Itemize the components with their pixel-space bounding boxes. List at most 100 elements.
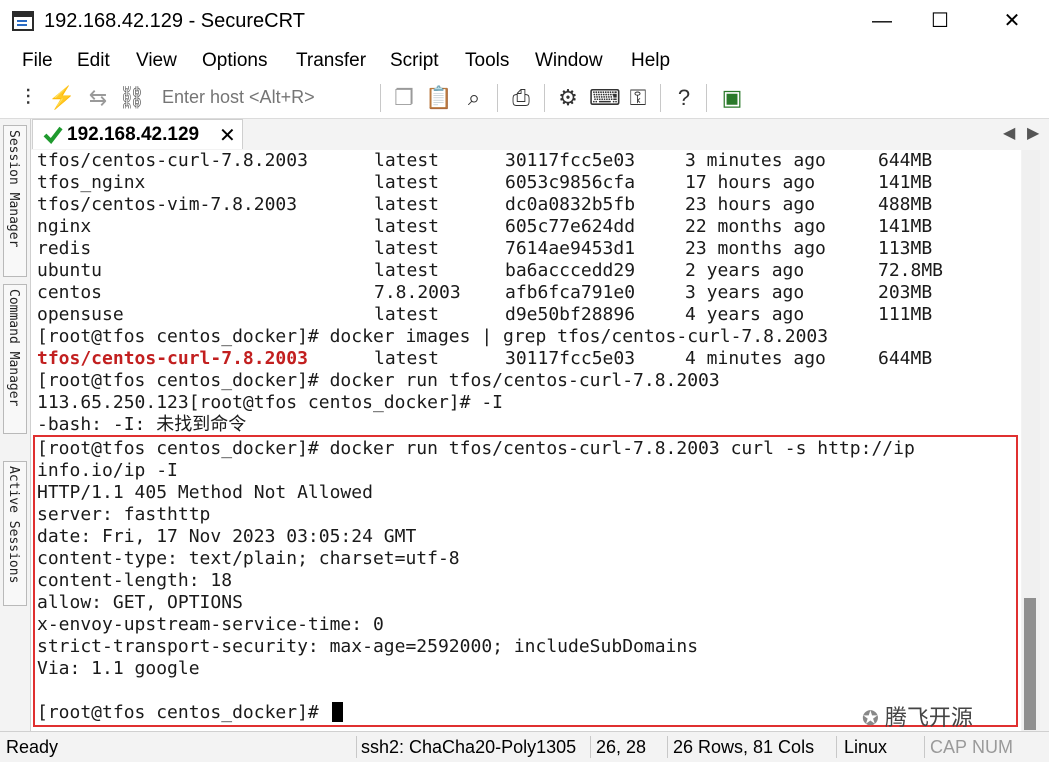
keymap-icon[interactable]: ⌨ [589,84,621,112]
image-row-id: ba6acccedd29 [505,260,636,281]
active-sessions-tab[interactable]: Active Sessions [3,461,27,606]
image-row-created: 3 years ago [685,282,805,303]
securecrt-app-icon [12,11,34,31]
terminal-view[interactable]: tfos/centos-curl-7.8.2003 latest 30117fcc5… [31,150,1021,731]
find-icon[interactable]: ⌕ [460,84,488,112]
menu-file[interactable]: File [22,50,53,72]
tab-label: 192.168.42.129 [67,124,200,145]
tab-scroll-left-icon[interactable]: ◀ [1003,123,1015,143]
menu-transfer[interactable]: Transfer [296,50,366,72]
image-row-size: 141MB [878,172,933,193]
image-row-size: 141MB [878,216,933,237]
status-terminal-size: 26 Rows, 81 Cols [673,737,815,757]
image-row-id: dc0a0832b5fb [505,194,636,215]
terminal-line: -bash: -I: 未找到命令 [37,414,247,435]
image-row-tag: latest [374,304,440,325]
menu-help[interactable]: Help [631,50,670,72]
tab-scroll-right-icon[interactable]: ▶ [1027,123,1039,143]
image-row-tag: latest [374,216,440,237]
image-row-created: 2 years ago [685,260,805,281]
image-row-repo: opensuse [37,304,124,325]
status-num-lock: NUM [972,737,1013,757]
maximize-button[interactable]: ☐ [920,6,960,36]
status-separator [924,736,925,758]
toolbar-separator [544,84,545,112]
status-os: Linux [844,737,888,757]
image-row-repo: nginx [37,216,92,237]
image-row-created: 23 hours ago [685,194,816,215]
image-row-id: 7614ae9453d1 [505,238,636,259]
image-row-tag: latest [374,150,440,171]
session-manager-tab[interactable]: Session Manager [3,125,27,277]
terminal-line: [root@tfos centos_docker]# docker run tf… [37,370,720,391]
status-separator [590,736,591,758]
minimize-button[interactable]: — [862,6,902,36]
reconnect-icon[interactable]: ⇆ [84,84,112,112]
command-manager-label: Command Manager [6,289,21,407]
settings-gear-icon[interactable]: ⚙ [554,84,582,112]
quick-connect-icon[interactable]: ⚡ [48,84,76,112]
menu-edit[interactable]: Edit [77,50,110,72]
image-row-tag: 7.8.2003 [374,282,461,303]
menu-options[interactable]: Options [202,50,267,72]
status-ready: Ready [6,737,59,757]
image-row-tag: latest [374,172,440,193]
status-cursor-position: 26, 28 [596,737,647,757]
terminal-line: 113.65.250.123[root@tfos centos_docker]#… [37,392,503,413]
wechat-icon: ✪ [862,708,879,730]
image-row-repo: centos [37,282,103,303]
session-manager-label: Session Manager [6,130,21,248]
scrollbar-thumb[interactable] [1024,598,1036,730]
close-window-button[interactable]: ✕ [992,6,1032,36]
menu-view[interactable]: View [136,50,177,72]
title-bar: 192.168.42.129 - SecureCRT — ☐ ✕ [0,0,1049,44]
terminal-scrollbar[interactable] [1022,150,1040,731]
image-row-created: 22 months ago [685,216,826,237]
status-separator [356,736,357,758]
tab-close-icon[interactable]: ✕ [219,123,236,148]
help-icon[interactable]: ? [670,84,698,112]
grep-result-tag: latest [374,348,440,369]
tab-session-192-168-42-129[interactable]: 192.168.42.129 ✕ [32,119,243,149]
active-sessions-label: Active Sessions [6,466,21,584]
image-row-size: 644MB [878,150,933,171]
disconnect-icon[interactable]: ⛓ [118,84,146,112]
connect-icon[interactable]: ⫶ [14,84,42,112]
image-row-id: d9e50bf28896 [505,304,636,325]
image-row-tag: latest [374,260,440,281]
grep-result-repo: tfos/centos-curl-7.8.2003 [37,348,308,369]
paste-icon[interactable]: 📋 [425,84,453,112]
host-input[interactable] [160,86,374,109]
image-row-size: 203MB [878,282,933,303]
image-row-repo: redis [37,238,92,259]
status-separator [667,736,668,758]
connected-check-icon [43,126,63,144]
session-options-icon[interactable]: ▣ [718,84,746,112]
toolbar-separator [380,84,381,112]
grep-result-size: 644MB [878,348,933,369]
copy-icon[interactable]: ❐ [390,84,418,112]
image-row-id: afb6fca791e0 [505,282,636,303]
image-row-repo: tfos/centos-curl-7.8.2003 [37,150,308,171]
image-row-tag: latest [374,194,440,215]
print-icon[interactable]: ⎙ [507,84,535,112]
toolbar-separator [660,84,661,112]
toolbar-separator [706,84,707,112]
toolbar: ⫶ ⚡ ⇆ ⛓ ❐ 📋 ⌕ ⎙ ⚙ ⌨ ⚿ ? ▣ [0,78,1049,119]
image-row-id: 30117fcc5e03 [505,150,636,171]
image-row-size: 72.8MB [878,260,944,281]
status-caps-lock: CAP [930,737,968,757]
menu-tools[interactable]: Tools [465,50,509,72]
highlight-annotation-box [33,435,1018,727]
command-manager-tab[interactable]: Command Manager [3,284,27,434]
menu-script[interactable]: Script [390,50,439,72]
image-row-repo: tfos/centos-vim-7.8.2003 [37,194,298,215]
menu-window[interactable]: Window [535,50,603,72]
key-icon[interactable]: ⚿ [624,84,652,112]
image-row-tag: latest [374,238,440,259]
image-row-repo: tfos_nginx [37,172,146,193]
image-row-created: 3 minutes ago [685,150,826,171]
status-bar: Ready ssh2: ChaCha20-Poly1305 26, 28 26 … [0,731,1049,762]
left-sidebar: Session Manager Command Manager Active S… [0,119,31,731]
image-row-size: 111MB [878,304,933,325]
